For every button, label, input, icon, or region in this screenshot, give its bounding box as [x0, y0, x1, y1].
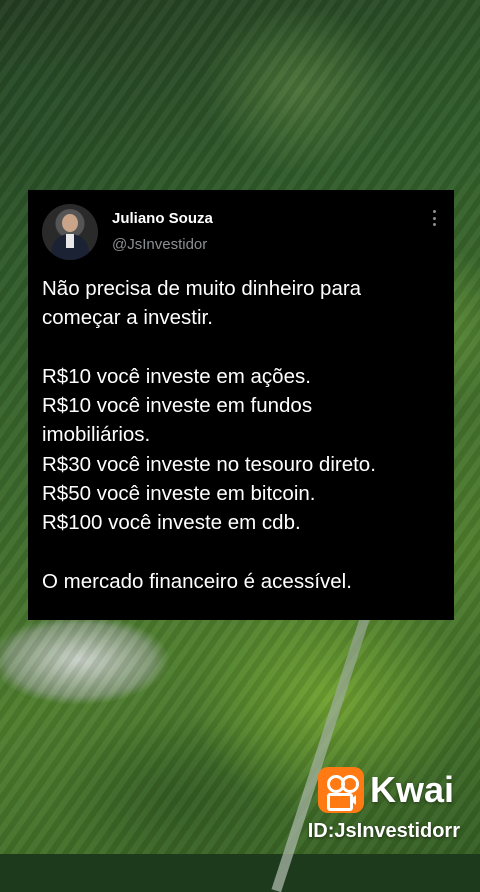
- more-options-icon[interactable]: [432, 210, 436, 226]
- author-name[interactable]: Juliano Souza: [112, 210, 213, 227]
- kwai-brand: Kwai: [370, 769, 455, 810]
- tweet-text: Não precisa de muito dinheiro para começ…: [42, 277, 376, 593]
- avatar-shirt: [66, 234, 74, 248]
- avatar[interactable]: [42, 204, 98, 260]
- avatar-head: [62, 214, 78, 232]
- author-handle[interactable]: @JsInvestidor: [112, 236, 207, 253]
- kwai-logo-icon: [318, 767, 364, 813]
- kwai-watermark: Kwai: [318, 767, 454, 813]
- kwai-id-label: ID:JsInvestidorr: [307, 820, 460, 842]
- tweet-card[interactable]: Juliano Souza @JsInvestidor Não precisa …: [28, 190, 454, 620]
